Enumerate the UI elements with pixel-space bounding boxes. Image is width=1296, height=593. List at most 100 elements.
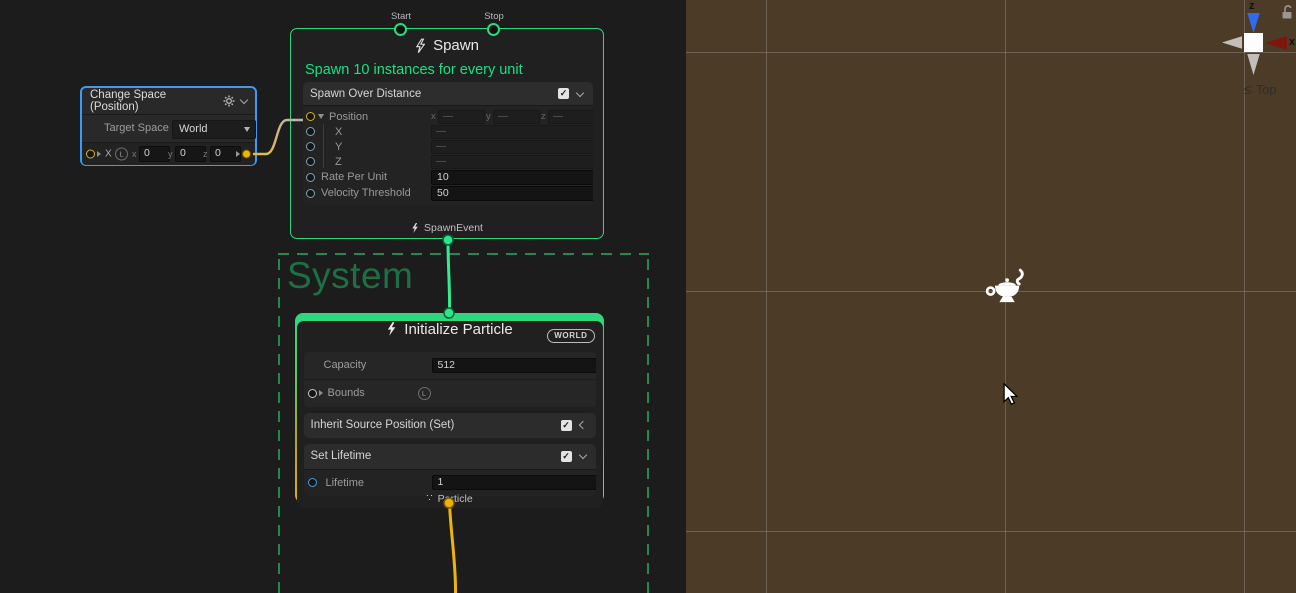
chevron-down-icon[interactable] <box>578 451 586 459</box>
z-field[interactable]: — <box>431 155 593 169</box>
spawn-output-footer: SpawnEvent <box>291 222 603 234</box>
x-value-field[interactable]: 0 <box>139 146 170 162</box>
spawn-event-flow-port[interactable] <box>443 235 453 245</box>
wire-spawn-to-initialize[interactable] <box>448 241 450 312</box>
gear-icon[interactable] <box>223 95 235 107</box>
expander-arrow-icon[interactable] <box>318 114 324 119</box>
grid-line <box>766 0 767 593</box>
y-value-field[interactable]: 0 <box>175 146 206 162</box>
start-port-label: Start <box>381 11 421 22</box>
capacity-label: Capacity <box>324 359 367 371</box>
capacity-field[interactable]: 512 <box>432 358 596 373</box>
capacity-row: Capacity 512 <box>304 352 596 379</box>
local-space-icon[interactable]: L <box>115 148 128 161</box>
axis-negative-z-cone[interactable] <box>1247 54 1260 75</box>
block-enabled-checkbox[interactable] <box>561 451 572 462</box>
lock-icon[interactable] <box>1280 4 1294 20</box>
position-row: Position x — y — z — <box>303 109 593 124</box>
local-space-icon[interactable]: L <box>418 387 431 400</box>
change-space-input-port[interactable] <box>86 150 95 159</box>
x-row: X — <box>303 124 593 139</box>
view-orientation-button[interactable]: ≤ Top <box>1244 81 1277 97</box>
position-y-field[interactable]: — <box>493 110 540 124</box>
system-group-title: System <box>287 255 413 297</box>
chevron-left-icon[interactable] <box>578 421 586 429</box>
x-axis-label: x <box>132 149 137 159</box>
start-flow-port[interactable] <box>394 23 407 36</box>
spawn-node-header: Spawn <box>291 37 603 54</box>
position-z-field[interactable]: — <box>548 110 593 124</box>
y-port[interactable] <box>306 142 315 151</box>
initialize-settings-block: Capacity 512 Bounds L <box>304 352 596 407</box>
x-axis-label: x <box>431 111 436 122</box>
expander-arrow-icon[interactable] <box>319 390 323 396</box>
iso-toggle-icon[interactable]: ≤ <box>1244 81 1252 97</box>
grid-line <box>686 52 1296 53</box>
axis-z-label[interactable]: z <box>1249 0 1255 12</box>
target-space-dropdown[interactable]: World <box>172 120 256 139</box>
y-field[interactable]: — <box>431 140 593 154</box>
velocity-threshold-port[interactable] <box>306 189 315 198</box>
scene-view[interactable]: z x ≤ Top <box>686 0 1296 593</box>
lifetime-label: Lifetime <box>326 477 365 489</box>
spawn-over-distance-block[interactable]: Spawn Over Distance Position x — y — z <box>303 82 593 205</box>
block-title: Inherit Source Position (Set) <box>311 419 555 431</box>
chevron-down-icon[interactable] <box>576 88 584 96</box>
position-port[interactable] <box>306 112 315 121</box>
system-frame-right-edge <box>647 259 649 593</box>
block-title: Spawn Over Distance <box>310 88 552 100</box>
bounds-port[interactable] <box>308 389 317 398</box>
chevron-down-icon[interactable] <box>240 96 248 104</box>
initialize-node-title: Initialize Particle <box>404 321 512 338</box>
input-x-label: X <box>105 149 112 160</box>
y-axis-label: y <box>486 111 491 122</box>
initialize-output-flow-port[interactable] <box>444 498 454 508</box>
block-enabled-checkbox[interactable] <box>558 88 569 99</box>
rate-per-unit-port[interactable] <box>306 173 315 182</box>
x-port[interactable] <box>306 127 315 136</box>
initialize-particle-node[interactable]: Initialize Particle WORLD Capacity 512 B… <box>295 313 604 503</box>
x-field[interactable]: — <box>431 125 593 139</box>
spawn-event-label: SpawnEvent <box>424 222 483 234</box>
inherit-source-position-block[interactable]: Inherit Source Position (Set) <box>304 413 596 438</box>
visual-effect-gizmo-icon[interactable] <box>984 268 1028 312</box>
expander-arrow-icon[interactable] <box>97 151 101 157</box>
lifetime-field[interactable]: 1 <box>432 475 596 490</box>
spawn-node-subtitle: Spawn 10 instances for every unit <box>305 62 523 78</box>
gizmo-center-cube[interactable] <box>1244 33 1263 52</box>
space-badge[interactable]: WORLD <box>547 329 594 343</box>
spawn-context-node[interactable]: Start Stop Spawn Spawn 10 instances for … <box>290 28 604 239</box>
z-axis-label: z <box>541 111 546 122</box>
velocity-threshold-label: Velocity Threshold <box>321 187 411 199</box>
z-axis-label: z <box>203 149 208 159</box>
lightning-icon <box>386 321 397 337</box>
x-label: X <box>335 126 342 138</box>
grid-line <box>686 531 1296 532</box>
change-space-output-port[interactable] <box>242 150 251 159</box>
block-enabled-checkbox[interactable] <box>561 420 572 431</box>
change-space-node[interactable]: Change Space (Position) Target Space Wor… <box>80 86 257 166</box>
z-port[interactable] <box>306 157 315 166</box>
lifetime-port[interactable] <box>308 478 317 487</box>
graph-canvas[interactable]: System Start Stop Spawn Spawn 10 instanc… <box>0 0 686 593</box>
velocity-threshold-field[interactable]: 50 <box>431 186 593 201</box>
axis-z-cone[interactable] <box>1247 13 1260 33</box>
initialize-input-flow-port[interactable] <box>444 308 454 318</box>
target-space-value: World <box>179 123 208 135</box>
bounds-label: Bounds <box>328 387 365 399</box>
axis-x-cone[interactable] <box>1265 36 1287 50</box>
lightning-icon <box>411 222 419 234</box>
rate-per-unit-label: Rate Per Unit <box>321 171 387 183</box>
position-x-field[interactable]: — <box>438 110 485 124</box>
spawn-node-title: Spawn <box>433 37 479 54</box>
lightning-icon <box>415 38 426 54</box>
velocity-threshold-row: Velocity Threshold 50 <box>303 185 593 201</box>
axis-x-label[interactable]: x <box>1289 36 1295 48</box>
particle-output-label: Particle <box>438 493 473 505</box>
set-lifetime-block[interactable]: Set Lifetime Lifetime 1 <box>304 444 596 496</box>
axis-negative-x-cone[interactable] <box>1222 36 1242 49</box>
rate-per-unit-field[interactable]: 10 <box>431 170 593 185</box>
bounds-row: Bounds L <box>304 379 596 407</box>
rate-per-unit-row: Rate Per Unit 10 <box>303 169 593 185</box>
stop-flow-port[interactable] <box>487 23 500 36</box>
